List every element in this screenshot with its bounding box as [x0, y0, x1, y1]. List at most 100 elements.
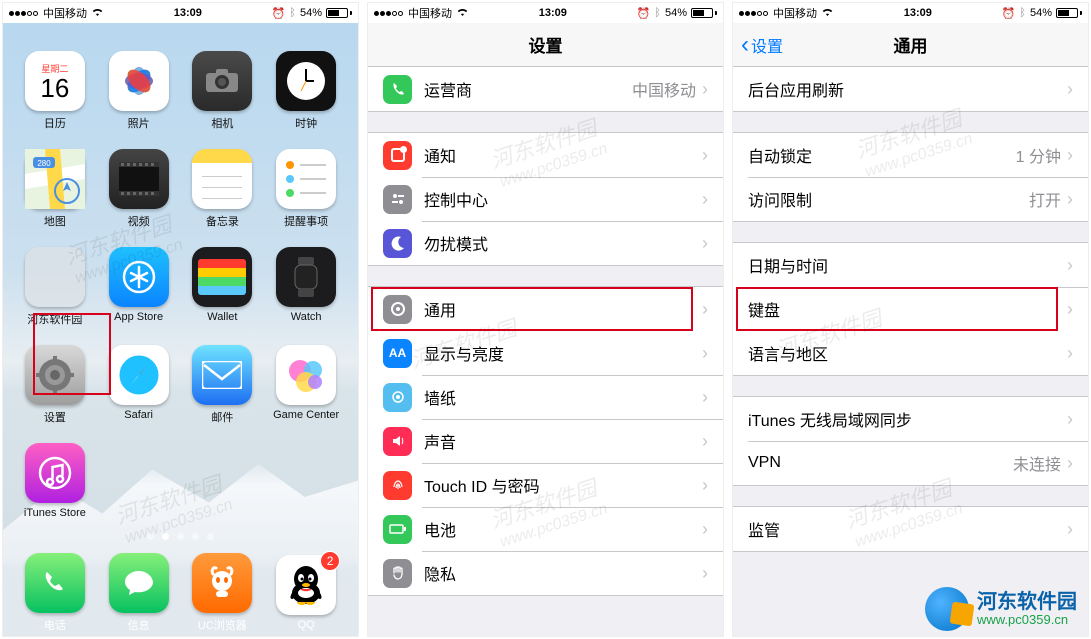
- row-keyboard[interactable]: 键盘›: [733, 287, 1088, 331]
- screenshot-general: 中国移动 13:09 ⏰ᛒ54% ‹设置 通用 后台应用刷新› 自动锁定1 分钟…: [732, 2, 1089, 637]
- battery-icon: [326, 8, 352, 18]
- chevron-right-icon: ›: [702, 519, 708, 540]
- app-appstore[interactable]: App Store: [101, 247, 177, 327]
- status-bar: 中国移动 13:09 ⏰ ᛒ 54%: [3, 3, 358, 23]
- row-autolock[interactable]: 自动锁定1 分钟›: [733, 133, 1088, 177]
- row-itunes-sync[interactable]: iTunes 无线局域网同步›: [733, 397, 1088, 441]
- row-privacy[interactable]: 隐私›: [368, 551, 723, 595]
- bluetooth-icon: ᛒ: [289, 7, 296, 19]
- app-safari[interactable]: Safari: [101, 345, 177, 425]
- app-settings[interactable]: 设置: [17, 345, 93, 425]
- notify-icon: [383, 141, 412, 170]
- row-notifications[interactable]: 通知›: [368, 133, 723, 177]
- row-sounds[interactable]: 声音›: [368, 419, 723, 463]
- wifi-icon: [821, 7, 834, 20]
- battery-row-icon: [383, 515, 412, 544]
- chevron-right-icon: ›: [702, 299, 708, 320]
- statusbar-time: 13:09: [174, 7, 202, 19]
- app-camera[interactable]: 相机: [185, 51, 261, 131]
- chevron-right-icon: ›: [1067, 79, 1073, 100]
- row-datetime[interactable]: 日期与时间›: [733, 243, 1088, 287]
- wallpaper-icon: [383, 383, 412, 412]
- chevron-right-icon: ›: [1067, 145, 1073, 166]
- sound-icon: [383, 427, 412, 456]
- app-wallet[interactable]: Wallet: [185, 247, 261, 327]
- nav-bar: 设置: [368, 23, 723, 67]
- app-itunes[interactable]: iTunes Store: [17, 443, 93, 519]
- app-watch[interactable]: Watch: [268, 247, 344, 327]
- alarm-icon: ⏰: [272, 7, 286, 20]
- chevron-left-icon: ‹: [741, 31, 749, 59]
- chevron-right-icon: ›: [702, 563, 708, 584]
- dock-phone[interactable]: 电话: [25, 553, 85, 633]
- dock: 电话 信息 UC浏览器 2QQ: [3, 546, 358, 637]
- row-general[interactable]: 通用›: [368, 287, 723, 331]
- hand-icon: [383, 559, 412, 588]
- row-control-center[interactable]: 控制中心›: [368, 177, 723, 221]
- chevron-right-icon: ›: [1067, 519, 1073, 540]
- screenshot-home: 中国移动 13:09 ⏰ ᛒ 54% 星期二16日历 照片 相机 时钟 280地…: [2, 2, 359, 637]
- chevron-right-icon: ›: [702, 431, 708, 452]
- home-screen: 星期二16日历 照片 相机 时钟 280地图 视频 备忘录 提醒事项 河东软件园…: [3, 23, 358, 637]
- chevron-right-icon: ›: [702, 475, 708, 496]
- svg-text:280: 280: [37, 159, 51, 168]
- moon-icon: [383, 229, 412, 258]
- footer-logo: 河东软件园 www.pc0359.cn: [925, 587, 1077, 631]
- footer-cn: 河东软件园: [977, 591, 1077, 613]
- chevron-right-icon: ›: [702, 233, 708, 254]
- app-maps[interactable]: 280地图: [17, 149, 93, 229]
- chevron-right-icon: ›: [702, 343, 708, 364]
- qq-badge: 2: [320, 551, 340, 571]
- chevron-right-icon: ›: [1067, 299, 1073, 320]
- phone-icon: [383, 75, 412, 104]
- carrier-label: 中国移动: [43, 5, 87, 21]
- status-bar: 中国移动 13:09 ⏰ᛒ54%: [733, 3, 1088, 23]
- gear-icon: [383, 295, 412, 324]
- row-carrier[interactable]: 运营商中国移动›: [368, 67, 723, 111]
- chevron-right-icon: ›: [1067, 453, 1073, 474]
- dock-messages[interactable]: 信息: [109, 553, 169, 633]
- general-list[interactable]: 后台应用刷新› 自动锁定1 分钟› 访问限制打开› 日期与时间› 键盘› 语言与…: [733, 67, 1088, 637]
- app-mail[interactable]: 邮件: [185, 345, 261, 425]
- row-vpn[interactable]: VPN未连接›: [733, 441, 1088, 485]
- chevron-right-icon: ›: [702, 387, 708, 408]
- row-dnd[interactable]: 勿扰模式›: [368, 221, 723, 265]
- chevron-right-icon: ›: [1067, 343, 1073, 364]
- row-touchid[interactable]: Touch ID 与密码›: [368, 463, 723, 507]
- app-videos[interactable]: 视频: [101, 149, 177, 229]
- chevron-right-icon: ›: [702, 145, 708, 166]
- footer-url: www.pc0359.cn: [977, 613, 1077, 627]
- alarm-icon: ⏰: [1002, 7, 1016, 20]
- app-reminders[interactable]: 提醒事项: [268, 149, 344, 229]
- app-calendar[interactable]: 星期二16日历: [17, 51, 93, 131]
- row-bg-refresh[interactable]: 后台应用刷新›: [733, 67, 1088, 111]
- control-icon: [383, 185, 412, 214]
- dock-qq[interactable]: 2QQ: [276, 555, 336, 631]
- row-restrictions[interactable]: 访问限制打开›: [733, 177, 1088, 221]
- row-language[interactable]: 语言与地区›: [733, 331, 1088, 375]
- chevron-right-icon: ›: [702, 79, 708, 100]
- alarm-icon: ⏰: [637, 7, 651, 20]
- page-indicator[interactable]: [3, 533, 358, 540]
- wifi-icon: [91, 7, 104, 20]
- nav-title: 设置: [529, 32, 563, 57]
- logo-ball-icon: [925, 587, 969, 631]
- display-icon: AA: [383, 339, 412, 368]
- app-gamecenter[interactable]: Game Center: [268, 345, 344, 425]
- app-folder-hedong[interactable]: 河东软件园: [17, 247, 93, 327]
- back-button[interactable]: ‹设置: [741, 31, 783, 59]
- app-clock[interactable]: 时钟: [268, 51, 344, 131]
- row-supervision[interactable]: 监管›: [733, 507, 1088, 551]
- app-grid: 星期二16日历 照片 相机 时钟 280地图 视频 备忘录 提醒事项 河东软件园…: [3, 51, 358, 519]
- row-wallpaper[interactable]: 墙纸›: [368, 375, 723, 419]
- chevron-right-icon: ›: [1067, 189, 1073, 210]
- app-notes[interactable]: 备忘录: [185, 149, 261, 229]
- nav-bar: ‹设置 通用: [733, 23, 1088, 67]
- row-display[interactable]: AA显示与亮度›: [368, 331, 723, 375]
- row-battery[interactable]: 电池›: [368, 507, 723, 551]
- dock-uc[interactable]: UC浏览器: [192, 553, 252, 633]
- battery-pct: 54%: [300, 7, 322, 19]
- app-photos[interactable]: 照片: [101, 51, 177, 131]
- settings-list[interactable]: 运营商中国移动› 通知› 控制中心› 勿扰模式› 通用› AA显示与亮度› 墙纸…: [368, 67, 723, 637]
- nav-title: 通用: [894, 32, 928, 57]
